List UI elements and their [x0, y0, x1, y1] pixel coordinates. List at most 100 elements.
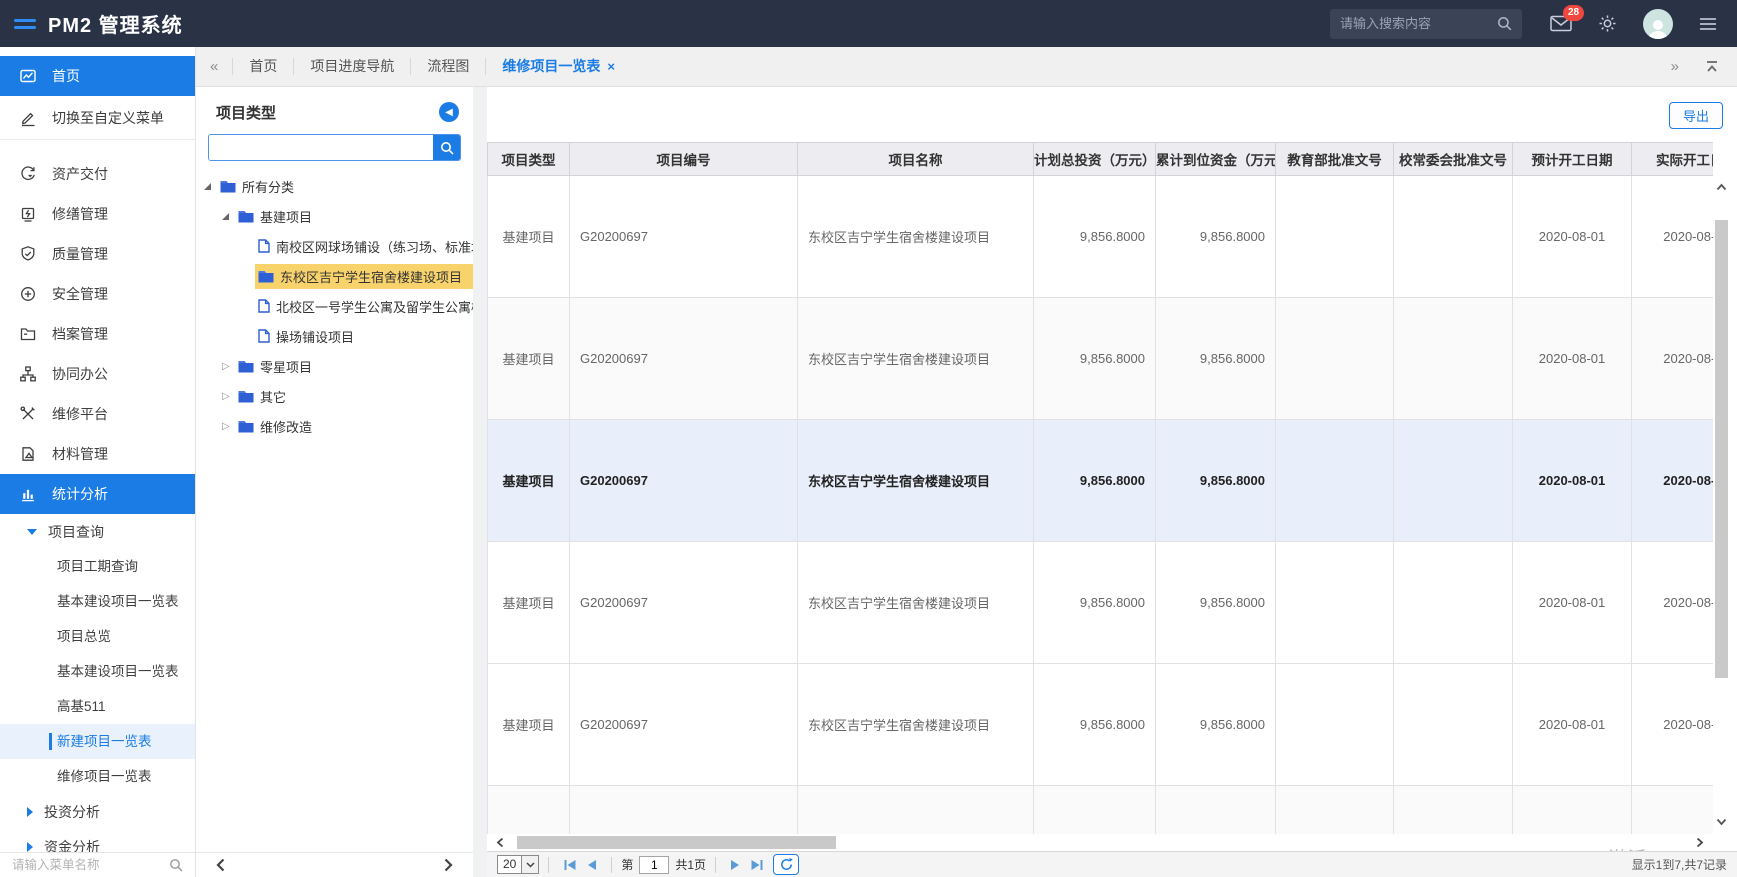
sidebar-subitem[interactable]: 项目工期查询: [0, 549, 195, 584]
sidebar-subitem[interactable]: 基本建设项目一览表: [0, 654, 195, 689]
sidebar-item[interactable]: 维修平台: [0, 394, 195, 434]
table-cell[interactable]: 9,856.8000: [1156, 176, 1276, 298]
table-cell[interactable]: G20200697: [570, 298, 798, 420]
table-cell[interactable]: 基建项目: [488, 176, 570, 298]
table-cell[interactable]: 9,856.8000: [1156, 298, 1276, 420]
table-cell[interactable]: 2020-08-01: [1632, 664, 1714, 786]
table-cell[interactable]: [1394, 542, 1513, 664]
table-cell[interactable]: 2020-08-01: [1513, 420, 1632, 542]
column-header[interactable]: 项目编号: [570, 143, 798, 176]
table-cell[interactable]: [1394, 298, 1513, 420]
sidebar-item[interactable]: 质量管理: [0, 234, 195, 274]
search-icon[interactable]: [169, 858, 183, 872]
table-cell[interactable]: 2020-08-01: [1513, 542, 1632, 664]
gear-icon[interactable]: [1598, 14, 1617, 33]
avatar[interactable]: [1643, 9, 1673, 39]
global-search-input[interactable]: [1340, 16, 1497, 31]
horizontal-scrollbar[interactable]: [487, 834, 1713, 851]
table-cell[interactable]: [1394, 176, 1513, 298]
tab-close-icon[interactable]: ×: [607, 58, 615, 75]
chevron-down-icon[interactable]: [1716, 814, 1727, 830]
table-cell[interactable]: [1394, 664, 1513, 786]
column-header[interactable]: 项目类型: [488, 143, 570, 176]
page-size-select[interactable]: 20: [497, 855, 539, 874]
tree-search-button[interactable]: [433, 135, 460, 160]
table-cell[interactable]: G20200697: [570, 420, 798, 542]
last-page-icon[interactable]: [750, 859, 764, 871]
table-cell[interactable]: [1276, 542, 1394, 664]
tree-search-input[interactable]: [209, 135, 433, 160]
tree-node[interactable]: ▷维修改造: [196, 411, 473, 441]
tree-node[interactable]: ▷零星项目: [196, 351, 473, 381]
sidebar-item[interactable]: 资产交付: [0, 154, 195, 194]
tab[interactable]: 首页: [232, 58, 293, 75]
table-cell[interactable]: 东校区吉宁学生宿舍楼建设项目: [798, 420, 1034, 542]
tree-node[interactable]: 东校区吉宁学生宿舍楼建设项目: [196, 261, 473, 291]
table-cell[interactable]: 9,856.8000: [1034, 176, 1156, 298]
table-row[interactable]: 基建项目G20200697东校区吉宁学生宿舍楼建设项目9,856.80009,8…: [488, 298, 1714, 420]
table-cell[interactable]: 东校区吉宁学生宿舍楼建设项目: [798, 542, 1034, 664]
sidebar-group-project-query[interactable]: 项目查询: [0, 514, 195, 549]
table-row[interactable]: 基建项目G20200697东校区吉宁学生宿舍楼建设项目9,856.80009,8…: [488, 176, 1714, 298]
table-cell[interactable]: 基建项目: [488, 542, 570, 664]
table-cell[interactable]: 2020-08-01: [1632, 298, 1714, 420]
table-cell[interactable]: 东校区吉宁学生宿舍楼建设项目: [798, 176, 1034, 298]
table-cell[interactable]: 9,856.8000: [1034, 542, 1156, 664]
column-header[interactable]: 项目名称: [798, 143, 1034, 176]
tree-node[interactable]: 所有分类: [196, 171, 473, 201]
tree-node[interactable]: 南校区网球场铺设（练习场、标准场）工: [196, 231, 473, 261]
table-cell[interactable]: 2020-08-01: [1632, 542, 1714, 664]
table-row[interactable]: 基建项目G20200697东校区吉宁学生宿舍楼建设项目9,856.80009,8…: [488, 420, 1714, 542]
table-cell[interactable]: 基建项目: [488, 420, 570, 542]
column-header[interactable]: 预计开工日期: [1513, 143, 1632, 176]
chevron-right-icon[interactable]: [1691, 837, 1709, 848]
table-row[interactable]: 基建项目G20200697东校区吉宁学生宿舍楼建设项目9,856.80009,8…: [488, 664, 1714, 786]
table-cell[interactable]: 基建项目: [488, 664, 570, 786]
sidebar-item-switch-menu[interactable]: 切换至自定义菜单: [0, 96, 195, 140]
table-cell[interactable]: 东校区吉宁学生宿舍楼建设项目: [798, 664, 1034, 786]
column-header[interactable]: 累计到位资金（万元: [1156, 143, 1276, 176]
table-cell[interactable]: 9,856.8000: [1156, 664, 1276, 786]
refresh-icon[interactable]: [773, 854, 799, 875]
export-button[interactable]: 导出: [1669, 102, 1723, 129]
table-cell[interactable]: G20200697: [570, 664, 798, 786]
table-cell[interactable]: 2020-08-01: [1513, 664, 1632, 786]
hscroll-track[interactable]: [509, 836, 1691, 849]
tab[interactable]: 流程图: [410, 58, 485, 75]
tree-node[interactable]: ▷其它: [196, 381, 473, 411]
column-header[interactable]: 实际开工日期: [1632, 143, 1714, 176]
table-cell[interactable]: 2020-08-01: [1632, 420, 1714, 542]
collapse-top-icon[interactable]: [1705, 60, 1719, 73]
tabs-back-icon[interactable]: «: [196, 58, 232, 75]
table-cell[interactable]: 9,856.8000: [1034, 420, 1156, 542]
tabs-forward-icon[interactable]: »: [1671, 58, 1679, 75]
table-cell[interactable]: 9,856.8000: [1034, 664, 1156, 786]
sidebar-item[interactable]: 统计分析: [0, 474, 195, 514]
tree-node[interactable]: 北校区一号学生公寓及留学生公寓楼建设: [196, 291, 473, 321]
prev-page-icon[interactable]: [587, 859, 597, 871]
menu-search-input[interactable]: [12, 858, 169, 872]
table-cell[interactable]: 9,856.8000: [1034, 298, 1156, 420]
table-cell[interactable]: 2020-08-01: [1513, 298, 1632, 420]
table-cell[interactable]: [1276, 176, 1394, 298]
chevron-right-icon[interactable]: [444, 858, 453, 872]
chevron-left-icon[interactable]: [216, 858, 225, 872]
page-number-input[interactable]: [639, 856, 669, 874]
vertical-scrollbar[interactable]: [1713, 179, 1730, 830]
vscroll-track[interactable]: [1715, 195, 1728, 814]
vscroll-thumb[interactable]: [1715, 220, 1728, 678]
sidebar-subitem[interactable]: 基本建设项目一览表: [0, 584, 195, 619]
table-cell[interactable]: [1276, 420, 1394, 542]
first-page-icon[interactable]: [563, 859, 577, 871]
panel-collapse-button[interactable]: ◀: [439, 102, 459, 122]
mail-icon[interactable]: 28: [1550, 15, 1572, 32]
tree-collapsed-icon[interactable]: ▷: [222, 361, 231, 372]
tree-collapsed-icon[interactable]: ▷: [222, 391, 231, 402]
tree-expanded-icon[interactable]: [204, 183, 211, 190]
column-header[interactable]: 教育部批准文号: [1276, 143, 1394, 176]
tree-collapsed-icon[interactable]: ▷: [222, 421, 231, 432]
table-cell[interactable]: [1276, 298, 1394, 420]
sidebar-group[interactable]: 资金分析: [0, 829, 195, 852]
tree-expanded-icon[interactable]: [222, 213, 229, 220]
table-cell[interactable]: 9,856.8000: [1156, 420, 1276, 542]
